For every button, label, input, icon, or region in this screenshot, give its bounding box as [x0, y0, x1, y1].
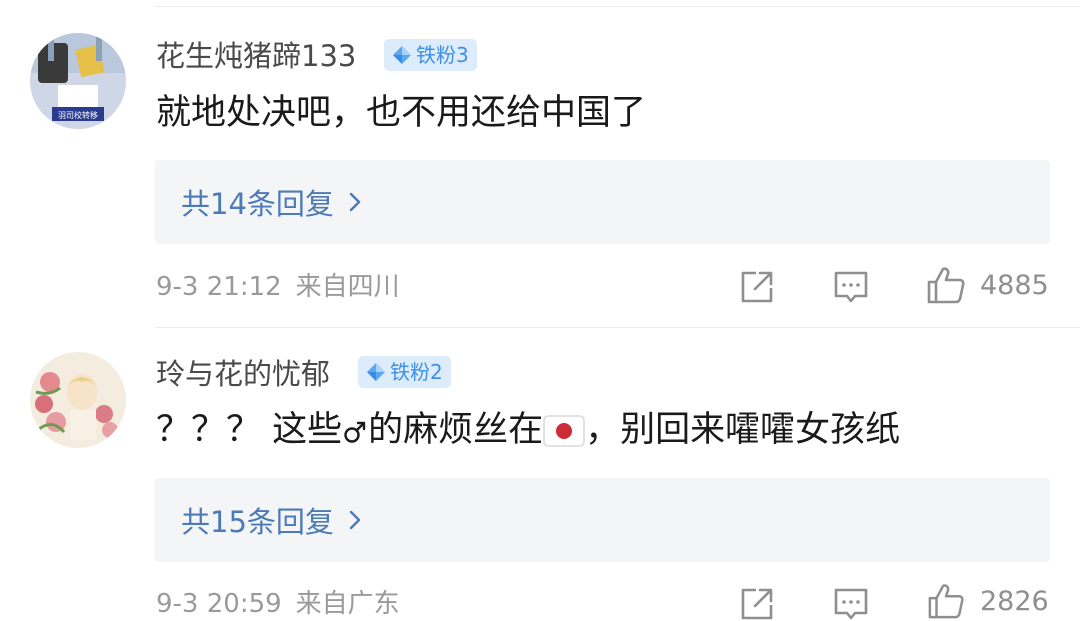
- thumbs-up-icon: [928, 584, 964, 619]
- like-count: 4885: [980, 269, 1049, 301]
- thumbs-up-icon: [927, 267, 965, 304]
- username[interactable]: 花生炖猪蹄133: [156, 36, 356, 76]
- view-replies-button[interactable]: 共15条回复: [155, 478, 1050, 562]
- like-button[interactable]: 4885: [926, 265, 1049, 305]
- fan-badge[interactable]: 铁粉3: [384, 39, 477, 71]
- comment-icon: [834, 588, 868, 620]
- comment-text-part: ？？？ 这些: [156, 410, 343, 450]
- diamond-icon: [367, 363, 385, 381]
- comment-icon: [834, 271, 868, 303]
- timestamp: 9-3 20:59: [156, 589, 282, 619]
- fan-badge[interactable]: 铁粉2: [358, 356, 451, 388]
- japan-flag-icon: [543, 415, 585, 447]
- avatar[interactable]: 羽司校转移: [30, 33, 126, 129]
- comment-text: ？？？ 这些 的麻烦丝在 ，别回来嚯嚯女孩纸: [156, 406, 900, 454]
- comment-text: 就地处决吧，也不用还给中国了: [156, 89, 646, 137]
- share-button[interactable]: [738, 585, 776, 621]
- comment-button[interactable]: [832, 585, 870, 621]
- divider: [155, 327, 1080, 328]
- divider: [155, 6, 1080, 7]
- reply-count-label: 共15条回复: [181, 505, 334, 539]
- comment-text-part: ，别回来嚯嚯女孩纸: [585, 410, 901, 450]
- reply-count-label: 共14条回复: [181, 187, 334, 221]
- comment-meta: 9-3 20:59 来自广东: [156, 586, 400, 621]
- chevron-right-icon: [349, 192, 361, 212]
- male-symbol-icon: [344, 421, 366, 443]
- like-button[interactable]: 2826: [926, 582, 1049, 620]
- share-icon: [741, 588, 773, 620]
- comment-button[interactable]: [832, 268, 870, 306]
- badge-label: 铁粉2: [390, 360, 443, 384]
- avatar[interactable]: [30, 352, 126, 448]
- comment-text-part: 的麻烦丝在: [368, 410, 544, 450]
- diamond-icon: [393, 46, 411, 64]
- comment-meta: 9-3 21:12 来自四川: [156, 269, 400, 305]
- share-button[interactable]: [738, 268, 776, 306]
- username[interactable]: 玲与花的忧郁: [156, 354, 330, 394]
- like-count: 2826: [980, 585, 1049, 617]
- timestamp: 9-3 21:12: [156, 272, 282, 302]
- avatar-banner-text: 羽司校转移: [58, 110, 98, 120]
- location: 来自广东: [295, 589, 400, 619]
- comment-list: 羽司校转移 花生炖猪蹄133 铁粉3 就地处决吧，也不用还给中国了 共14条回复…: [0, 0, 1080, 621]
- location: 来自四川: [295, 272, 400, 302]
- badge-label: 铁粉3: [416, 43, 469, 67]
- comment-text-part: 就地处决吧，也不用还给中国了: [156, 93, 647, 133]
- chevron-right-icon: [349, 510, 361, 530]
- share-icon: [741, 271, 773, 303]
- view-replies-button[interactable]: 共14条回复: [155, 160, 1050, 244]
